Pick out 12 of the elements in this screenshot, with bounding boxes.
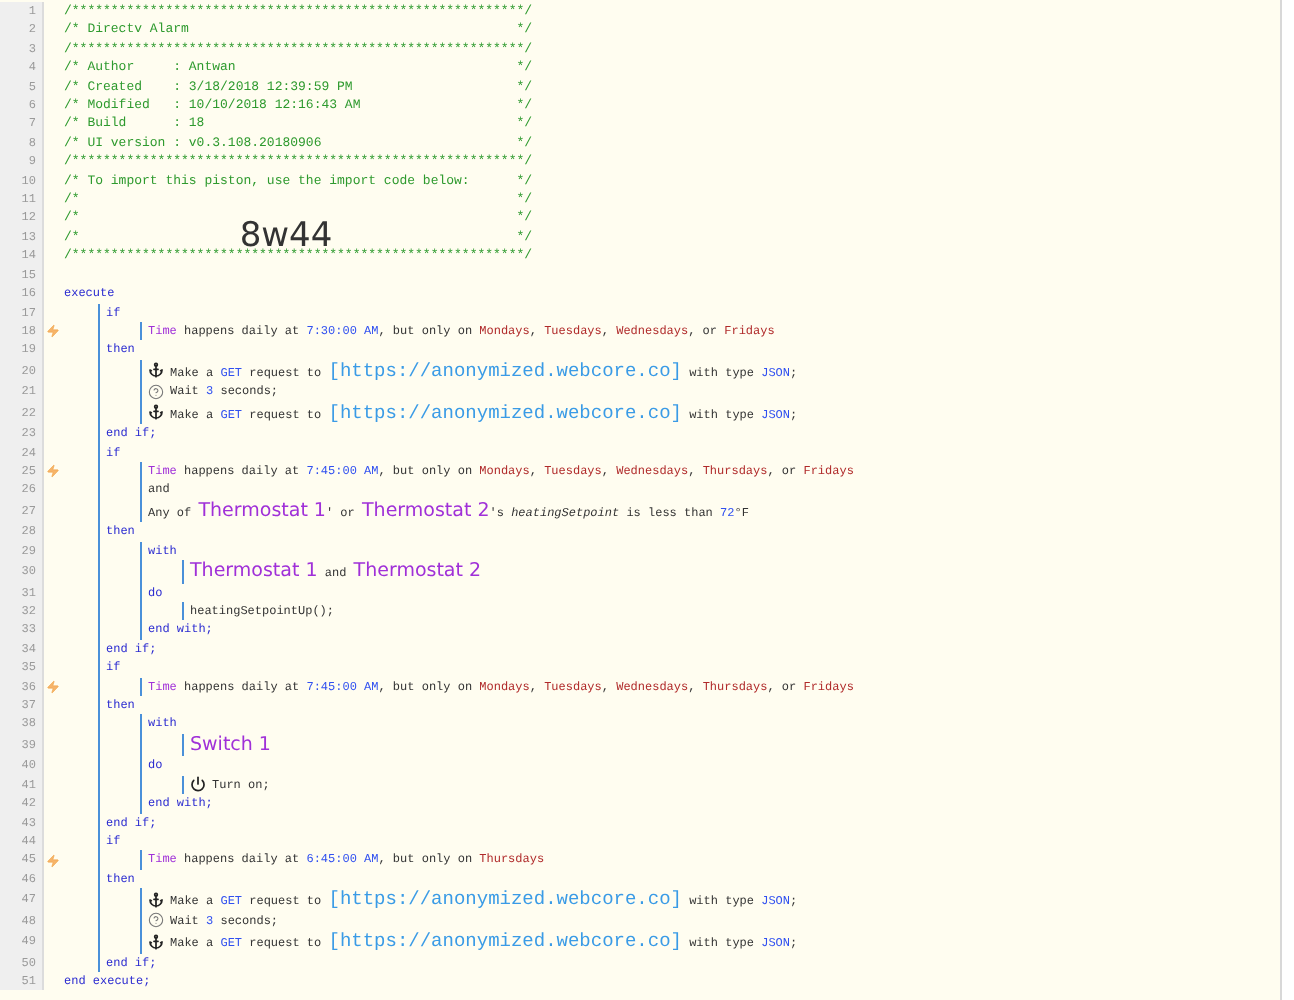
lightning-icon	[45, 853, 59, 868]
anchor-icon	[148, 359, 164, 383]
lightning-icon	[45, 679, 59, 694]
anchor-icon	[148, 930, 164, 954]
help-icon	[148, 382, 164, 402]
code-line: Switch 1	[190, 733, 271, 757]
help-icon	[148, 911, 164, 931]
anchor-icon	[148, 888, 164, 912]
lightning-icon	[45, 464, 59, 479]
lightning-icon	[45, 324, 59, 339]
power-icon	[190, 775, 206, 795]
anchor-icon	[148, 401, 164, 425]
